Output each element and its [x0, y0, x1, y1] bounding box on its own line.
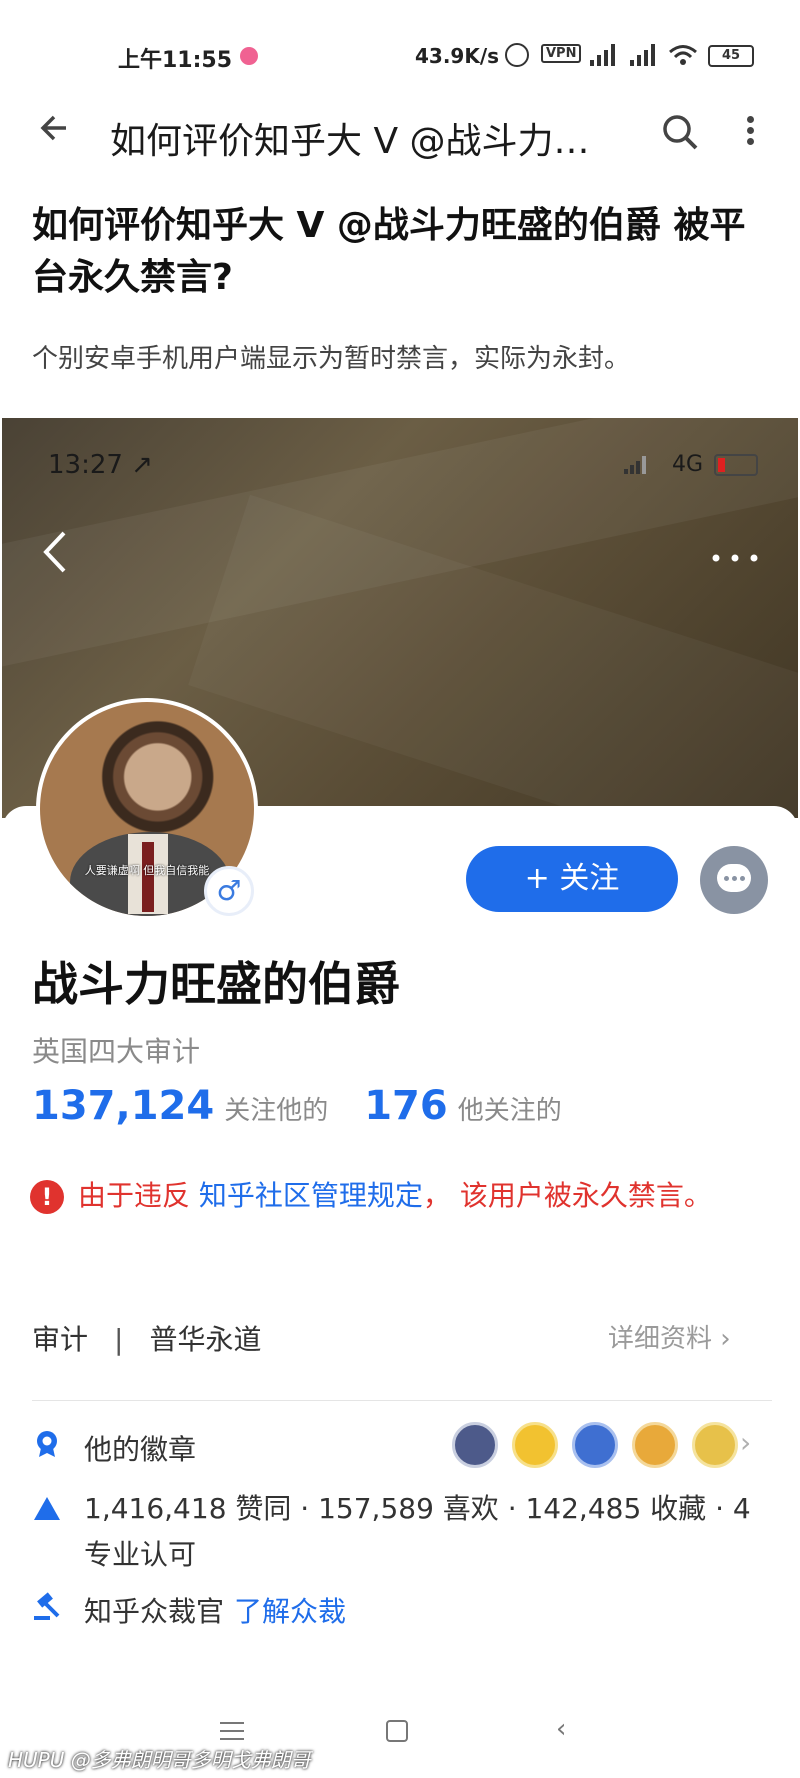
info-separator: |	[114, 1323, 124, 1356]
ban-notice-prefix: 由于违反	[78, 1179, 199, 1212]
divider	[32, 1400, 772, 1401]
judge-label: 知乎众裁官	[84, 1595, 225, 1628]
watermark: HUPU @多弗朗明哥多明戈弗朗哥	[8, 1748, 311, 1772]
following-count[interactable]: 176	[364, 1083, 448, 1129]
community-rules-link[interactable]: 知乎社区管理规定	[199, 1179, 423, 1212]
phone-status-time: 13:27 ↗	[48, 450, 153, 480]
badge-orange-icon	[632, 1422, 678, 1468]
network-speed: 43.9K/s	[415, 44, 500, 68]
warning-icon: !	[30, 1180, 64, 1214]
question-description: 个别安卓手机用户端显示为暂时禁言，实际为永封。	[32, 344, 631, 374]
medal-icon	[37, 1431, 57, 1457]
industry-text: 审计	[32, 1323, 89, 1356]
badge-2019-icon	[452, 1422, 498, 1468]
vpn-icon: VPN	[541, 44, 582, 63]
phone-battery-icon	[714, 454, 758, 476]
gavel-icon	[34, 1592, 60, 1620]
phone-signal-icon	[624, 456, 650, 474]
ban-notice-suffix: ， 该用户被永久禁言。	[422, 1179, 712, 1212]
chat-bubble-icon	[717, 864, 751, 892]
user-headline: 英国四大审计	[32, 1035, 201, 1068]
alarm-icon	[505, 43, 529, 67]
wifi-icon	[668, 44, 698, 72]
nav-home-button[interactable]	[386, 1720, 408, 1742]
app-bar-title: 如何评价知乎大 V @战斗力…	[110, 121, 590, 162]
more-options-button[interactable]	[740, 112, 760, 152]
search-button[interactable]	[660, 112, 700, 152]
nav-menu-button[interactable]	[220, 1722, 244, 1740]
followers-label[interactable]: 关注他的	[224, 1096, 328, 1126]
gender-male-icon: ♂	[204, 866, 254, 916]
user-name: 战斗力旺盛的伯爵	[32, 957, 400, 1011]
question-title[interactable]: 如何评价知乎大 V @战斗力旺盛的伯爵 被平台永久禁言?	[32, 200, 772, 304]
notification-icon	[240, 47, 258, 65]
detail-profile-link[interactable]: 详细资料 ›	[608, 1318, 731, 1355]
badge-gold-icon	[512, 1422, 558, 1468]
arrow-left-icon	[40, 115, 66, 141]
triangle-icon	[34, 1497, 60, 1520]
follow-stats: 137,124 关注他的 176 他关注的	[32, 1083, 598, 1129]
message-button[interactable]	[700, 846, 768, 914]
learn-judge-link[interactable]: 了解众裁	[234, 1595, 346, 1628]
badges-chevron-icon[interactable]: ›	[740, 1426, 751, 1459]
embedded-screenshot[interactable]: 13:27 ↗ 4G 人要谦虚啊 但我自信我能 ♂ + 关注 战斗力旺盛的伯爵 …	[2, 418, 798, 1688]
followers-count[interactable]: 137,124	[32, 1083, 214, 1129]
ban-notice-text: 由于违反 知乎社区管理规定， 该用户被永久禁言。	[78, 1174, 778, 1218]
follow-button[interactable]: + 关注	[466, 846, 678, 912]
signal-icon-2	[630, 44, 662, 66]
following-label[interactable]: 他关注的	[458, 1096, 562, 1126]
phone-more-icon	[712, 536, 758, 569]
nav-back-button[interactable]: ‹	[556, 1714, 566, 1744]
battery-icon: 45	[708, 45, 754, 67]
company-text: 普华永道	[149, 1323, 262, 1356]
signal-icon	[590, 44, 622, 66]
badge-blue-icon	[572, 1422, 618, 1468]
badges-label: 他的徽章	[84, 1433, 197, 1466]
status-time: 上午11:55	[118, 48, 233, 73]
status-bar: 上午11:55 43.9K/s VPN 45	[0, 0, 800, 110]
badge-yellow-icon	[692, 1422, 738, 1468]
phone-network: 4G	[672, 452, 704, 477]
judge-text: 知乎众裁官 了解众裁	[84, 1590, 346, 1630]
achievement-text: 1,416,418 赞同 · 157,589 喜欢 · 142,485 收藏 ·…	[84, 1492, 751, 1571]
search-icon	[663, 115, 698, 150]
phone-back-icon	[40, 528, 70, 588]
back-button[interactable]	[36, 110, 76, 150]
